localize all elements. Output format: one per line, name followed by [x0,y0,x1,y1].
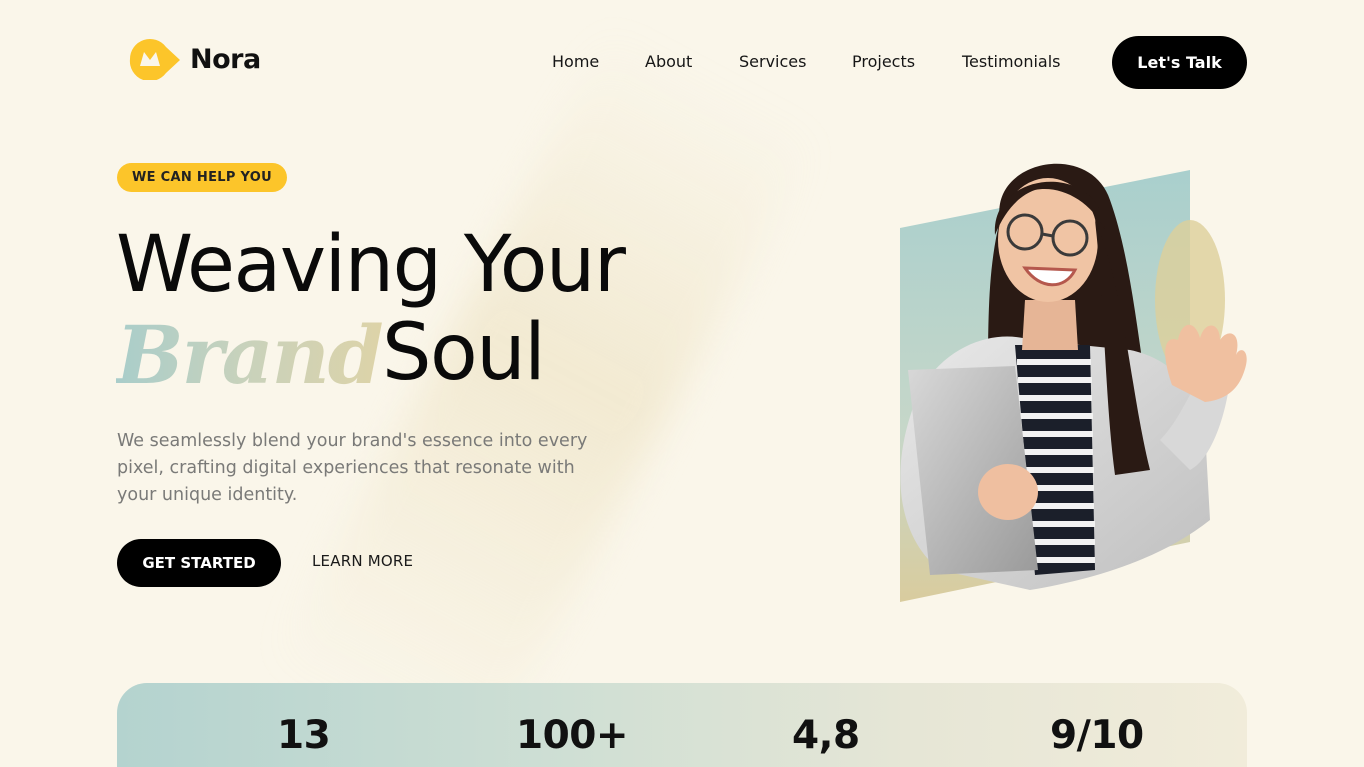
brand-name: Nora [190,43,261,75]
stat-value-3: 4,8 [792,713,860,758]
lets-talk-button[interactable]: Let's Talk [1112,36,1247,89]
stat-value-1: 13 [277,713,331,758]
nav-testimonials[interactable]: Testimonials [962,52,1061,71]
nav-services[interactable]: Services [739,52,806,71]
hero-title-soul: Soul [382,308,546,398]
hero-title-brand: Brand [116,308,384,402]
landing-page: Nora Home About Services Projects Testim… [0,0,1364,767]
learn-more-link[interactable]: LEARN MORE [312,552,413,570]
stat-value-2: 100+ [516,713,629,758]
get-started-button[interactable]: GET STARTED [117,539,281,587]
hero-description: We seamlessly blend your brand's essence… [117,431,588,505]
nav-about[interactable]: About [645,52,692,71]
hero-badge: WE CAN HELP YOU [117,163,287,192]
nav-home[interactable]: Home [552,52,599,71]
smiling-woman-with-laptop-photo [900,163,1247,602]
hero-title-line1: Weaving Your [116,220,626,310]
nav-projects[interactable]: Projects [852,52,915,71]
logo[interactable]: Nora [126,38,261,80]
stat-value-4: 9/10 [1050,713,1144,758]
logo-mark-icon [129,39,180,80]
